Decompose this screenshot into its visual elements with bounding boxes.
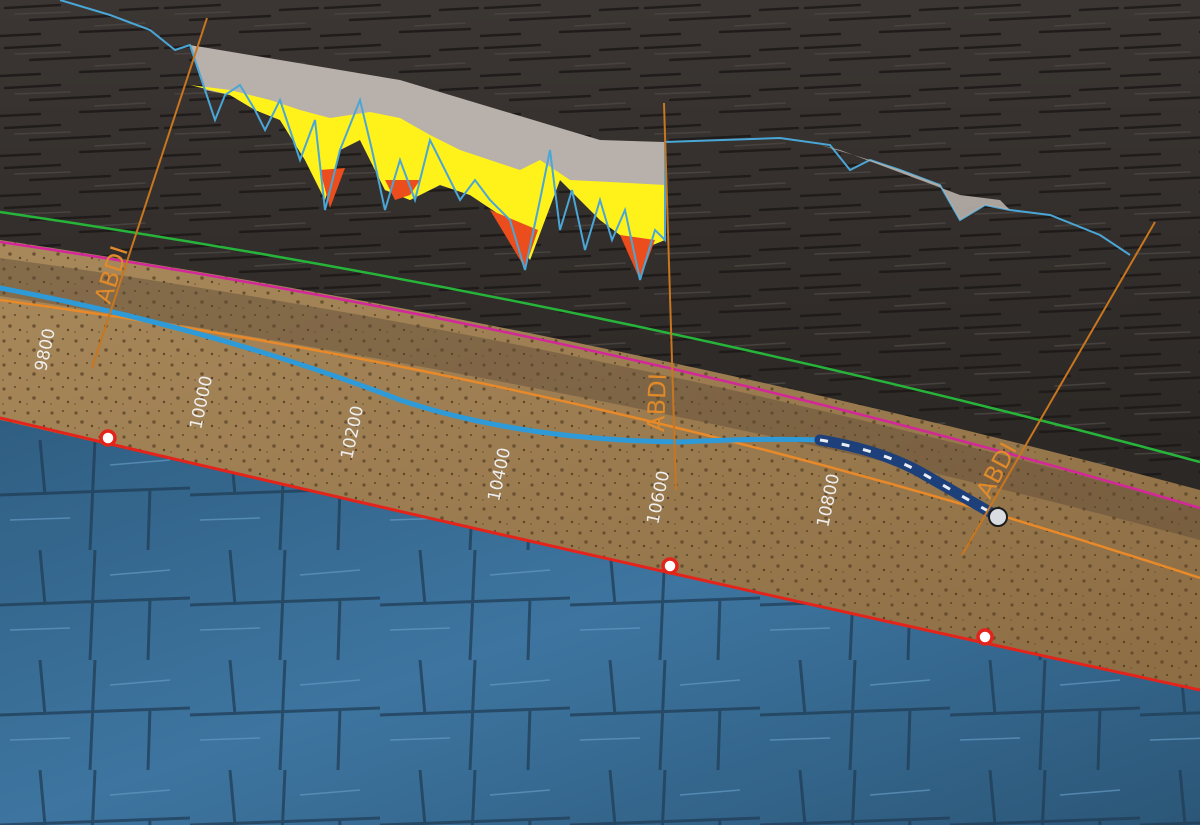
geosteering-cross-section: ABDI ABDI ABDI 9800 10000 10200 10400 10…: [0, 0, 1200, 825]
red-marker-icon: [976, 628, 994, 646]
red-marker-icon: [99, 429, 117, 447]
red-marker-icon: [661, 557, 679, 575]
drill-bit-icon: [988, 507, 1008, 527]
abd-label-2: ABDI: [642, 373, 672, 432]
